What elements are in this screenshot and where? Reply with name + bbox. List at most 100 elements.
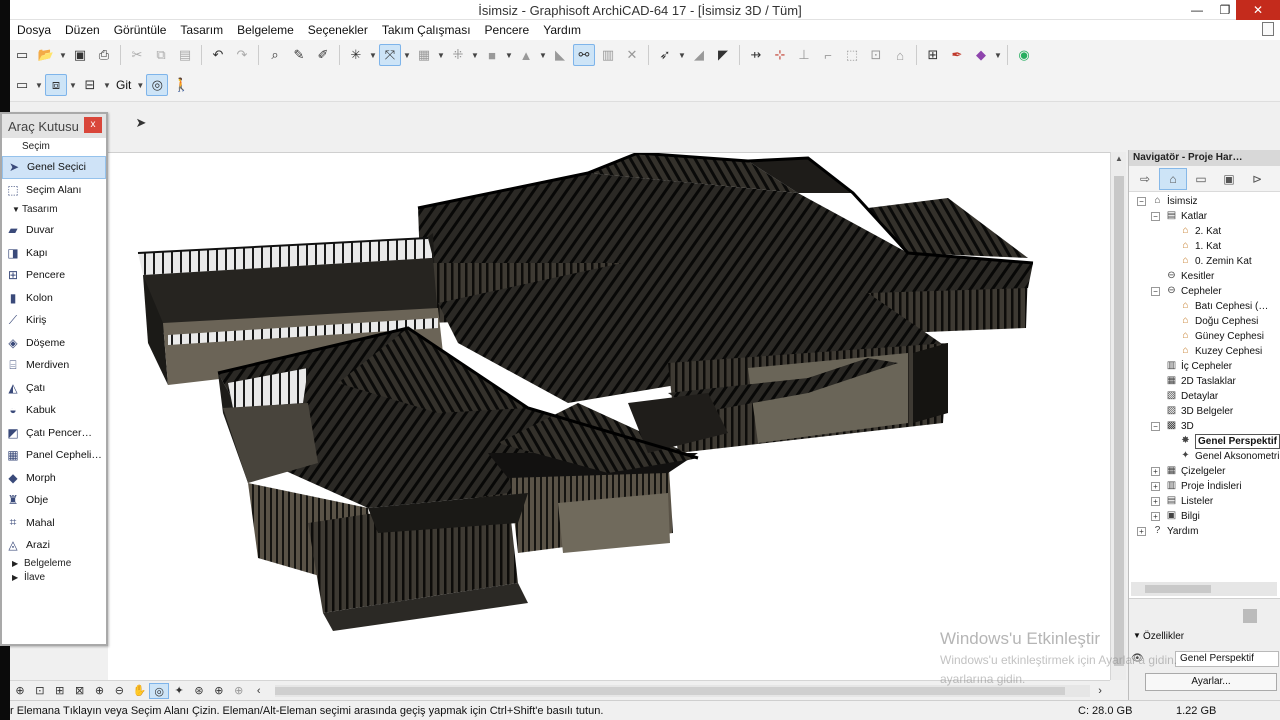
window-layout-dropdown-icon[interactable]: ▼ [102,74,112,96]
pan-hand-icon[interactable]: ✋ [129,683,149,699]
collapse-icon[interactable]: − [1151,287,1160,296]
intersect-icon[interactable]: ⊹ [769,44,791,66]
tool-cati[interactable]: ◭ Çatı [2,377,106,400]
open-dropdown-icon[interactable]: ▼ [58,44,68,66]
resize-icon[interactable]: ⊡ [865,44,887,66]
zoom-in-icon[interactable]: ⊕ [10,683,30,699]
tree-item[interactable]: ⌂ 1. Kat [1129,239,1280,254]
close-button[interactable]: ✕ [1236,0,1280,20]
menu-pencere[interactable]: Pencere [478,23,537,37]
tool-kolon[interactable]: ▮ Kolon [2,287,106,310]
git-dropdown-icon[interactable]: ▼ [135,74,145,96]
scroll-right-icon[interactable]: › [1090,683,1110,699]
scroll-left-icon[interactable]: ‹ [249,683,269,699]
tree-item[interactable]: − ⌂ İsimsiz [1129,194,1280,209]
tree-item[interactable]: ⌂ Doğu Cephesi [1129,314,1280,329]
orbit-view-icon[interactable]: ◎ [149,682,170,699]
tree-item[interactable]: + ▥ Proje İndisleri [1129,479,1280,494]
tree-item[interactable]: − ⊖ Cepheler [1129,284,1280,299]
tool-genel-secici[interactable]: ➤ Genel Seçici [2,156,106,179]
collapse-icon[interactable]: − [1137,197,1146,206]
section-tasarim[interactable]: ▼ Tasarım [2,201,106,219]
navigator-hscroll-thumb[interactable] [1145,585,1211,593]
new-file-icon[interactable]: ▭ [11,44,33,66]
tool-morph[interactable]: ◆ Morph [2,467,106,490]
tree-item[interactable]: ▨ 3D Belgeler [1129,404,1280,419]
toolbox-header[interactable]: Araç Kutusu x [2,114,106,138]
properties-settings-icon[interactable] [1243,609,1257,623]
menu-dosya[interactable]: Dosya [10,23,58,37]
tree-item[interactable]: ✸ Genel Perspektif [1129,434,1280,449]
viewport-horizontal-scrollbar[interactable] [274,684,1091,697]
pointer-arrow-icon[interactable]: ➶ [654,44,676,66]
menu-duzen[interactable]: Düzen [58,23,107,37]
magic-wand-icon[interactable]: ✳ [345,44,367,66]
find-select-icon[interactable]: ⌕ [264,44,286,66]
expand-icon[interactable]: + [1151,482,1160,491]
expand-icon[interactable]: + [1151,512,1160,521]
tool-obje[interactable]: ♜ Obje [2,489,106,512]
guide-lines-dropdown-icon[interactable]: ▼ [402,44,412,66]
magic-pen-icon[interactable]: ✒ [946,44,968,66]
pointer-dropdown-icon[interactable]: ▼ [677,44,687,66]
3d-solid-dropdown-icon[interactable]: ▼ [993,44,1003,66]
next-zoom-icon[interactable]: ⊕ [209,683,229,699]
print-icon[interactable]: ⎙ [93,44,115,66]
cut-icon[interactable]: ✂ [126,44,148,66]
tool-panel-cepheli[interactable]: ▦ Panel Cepheli… [2,444,106,467]
tool-pencere[interactable]: ⊞ Pencere [2,264,106,287]
tool-kapi[interactable]: ◨ Kapı [2,242,106,265]
delete-icon[interactable]: ✕ [621,44,643,66]
grid-dropdown-icon[interactable]: ▼ [470,44,480,66]
settings-button[interactable]: Ayarlar... [1145,673,1277,691]
orbit-icon[interactable]: ◎ [146,74,169,96]
navigator-hscrollbar[interactable] [1131,582,1277,596]
fillet-icon[interactable]: ⌐ [817,44,839,66]
undo-icon[interactable]: ↶ [207,44,229,66]
tool-doseme[interactable]: ◈ Döşeme [2,332,106,355]
window-layout-icon[interactable]: ⊟ [79,74,101,96]
view-map-tab-icon[interactable]: ▭ [1187,168,1215,190]
guide-lines-icon[interactable]: ⤧ [379,44,401,66]
explode-icon[interactable]: ⌂ [889,44,911,66]
paste-icon[interactable]: ▤ [174,44,196,66]
tree-item[interactable]: − ▤ Katlar [1129,209,1280,224]
section-belgeleme[interactable]: ▶ Belgeleme [2,557,106,571]
grid-snap-icon[interactable]: ⁜ [447,44,469,66]
lock-icon[interactable]: ▲ [515,44,537,66]
viewport-vertical-scrollbar[interactable]: ▲ [1110,152,1126,680]
magic-wand-dropdown-icon[interactable]: ▼ [368,44,378,66]
layer-icon[interactable]: ▦ [413,44,435,66]
tree-item[interactable]: ⌂ 2. Kat [1129,224,1280,239]
menu-takim-calismasi[interactable]: Takım Çalışması [375,23,478,37]
tool-kabuk[interactable]: ◒ Kabuk [2,399,106,422]
magnify-icon[interactable]: ⊕ [90,683,110,699]
tool-secim-alani[interactable]: ⬚ Seçim Alanı [2,179,106,202]
tree-item[interactable]: − ▩ 3D [1129,419,1280,434]
display-order-icon[interactable]: ◣ [549,44,571,66]
zoom-window-icon[interactable]: ⊡ [30,683,50,699]
syringe-icon[interactable]: ✐ [312,44,334,66]
menu-tasarim[interactable]: Tasarım [173,23,230,37]
tree-item[interactable]: ⌂ Güney Cephesi [1129,329,1280,344]
menu-goruntule[interactable]: Görüntüle [107,23,174,37]
trace-icon[interactable]: ▥ [597,44,619,66]
tree-item[interactable]: ▧ Detaylar [1129,389,1280,404]
menu-yardim[interactable]: Yardım [536,23,588,37]
split-icon[interactable]: ◤ [712,44,734,66]
redo-icon[interactable]: ↷ [231,44,253,66]
explore-icon[interactable]: ✦ [169,683,189,699]
tree-item[interactable]: ▦ 2D Taslaklar [1129,374,1280,389]
tool-arazi[interactable]: ◬ Arazi [2,534,106,557]
layer-dropdown-icon[interactable]: ▼ [436,44,446,66]
eraser-icon[interactable]: ◢ [688,44,710,66]
project-map-tab-icon[interactable]: ⌂ [1159,167,1187,190]
tool-duvar[interactable]: ▰ Duvar [2,219,106,242]
tool-cati-penceresi[interactable]: ◩ Çatı Pencer… [2,422,106,445]
view-name-field[interactable]: Genel Perspektif [1175,651,1279,667]
tool-kiris[interactable]: ⟋ Kiriş [2,309,106,332]
tree-item[interactable]: + ▤ Listeler [1129,494,1280,509]
selection-arrow-icon[interactable]: ➤ [130,112,152,134]
3d-solid-icon[interactable]: ◆ [970,44,992,66]
offset-icon[interactable]: ⬚ [841,44,863,66]
